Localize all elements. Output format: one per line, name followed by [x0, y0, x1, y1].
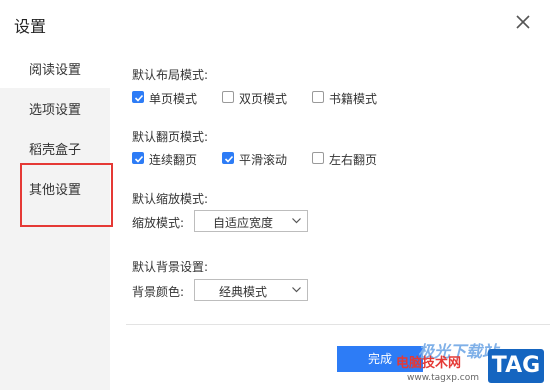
checkbox-unchecked-icon [312, 91, 324, 103]
checkbox-label: 书籍模式 [329, 92, 378, 106]
sidebar-item-label: 稻壳盒子 [29, 143, 82, 158]
select-value: 经典模式 [218, 285, 267, 299]
watermark-url: www.tagxp.com [407, 373, 479, 383]
page-turn-mode-title: 默认翻页模式: [132, 130, 209, 144]
checkbox-checked-icon [132, 152, 144, 164]
zoom-mode-title: 默认缩放模式: [132, 192, 209, 206]
sidebar-item-other[interactable]: 其他设置 [0, 168, 110, 208]
window-title: 设置 [14, 17, 47, 36]
settings-sidebar: 阅读设置 选项设置 稻壳盒子 其他设置 [0, 48, 110, 390]
sidebar-item-label: 阅读设置 [29, 63, 82, 78]
sidebar-item-docer-box[interactable]: 稻壳盒子 [0, 128, 110, 168]
background-color-select[interactable]: 经典模式 [194, 279, 308, 301]
layout-mode-title: 默认布局模式: [132, 68, 209, 82]
title-bar: 设置 [0, 0, 550, 48]
close-icon[interactable] [513, 12, 533, 32]
checkbox-checked-icon [132, 91, 144, 103]
checkbox-label: 双页模式 [239, 92, 288, 106]
background-title: 默认背景设置: [132, 260, 209, 274]
checkbox-label: 左右翻页 [329, 153, 378, 167]
chevron-down-icon [292, 218, 301, 224]
background-color-label: 背景颜色: [132, 285, 185, 299]
checkbox-label: 平滑滚动 [239, 153, 288, 167]
checkbox-unchecked-icon [312, 152, 324, 164]
zoom-mode-select[interactable]: 自适应宽度 [194, 210, 308, 232]
checkbox-checked-icon [222, 152, 234, 164]
watermark-tag-logo: TAG [488, 349, 544, 383]
zoom-mode-label: 缩放模式: [132, 216, 185, 230]
watermark-subtitle: 电脑技术网 [396, 356, 462, 371]
checkbox-label: 单页模式 [149, 92, 198, 106]
select-value: 自适应宽度 [212, 216, 273, 230]
sidebar-item-options[interactable]: 选项设置 [0, 88, 110, 128]
footer-divider [126, 324, 550, 325]
checkbox-unchecked-icon [222, 91, 234, 103]
checkbox-label: 连续翻页 [149, 153, 198, 167]
sidebar-item-label: 选项设置 [29, 103, 82, 118]
chevron-down-icon [292, 287, 301, 293]
sidebar-item-label: 其他设置 [29, 183, 82, 198]
sidebar-item-reading[interactable]: 阅读设置 [0, 48, 110, 88]
